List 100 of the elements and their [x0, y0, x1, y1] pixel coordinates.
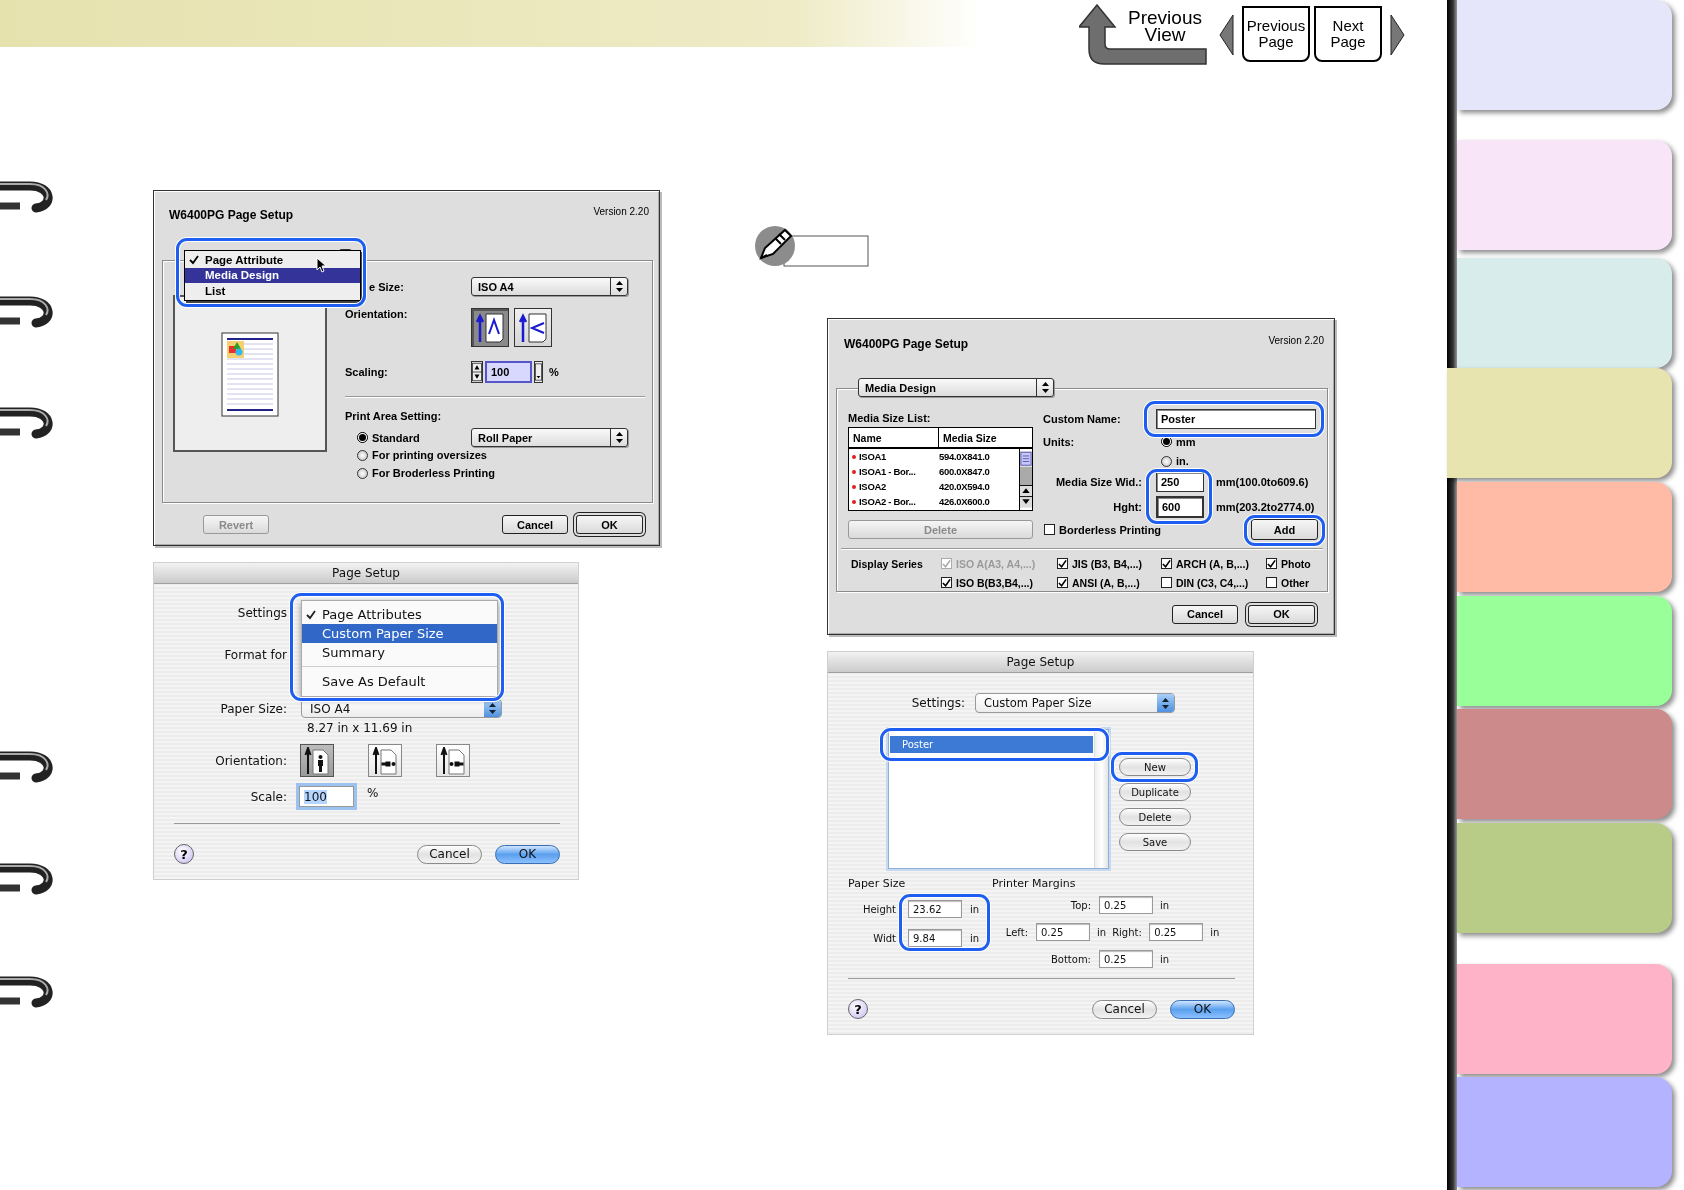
radio-option[interactable]: Standard [357, 431, 471, 444]
paper-source-popup[interactable]: Roll Paper [471, 428, 628, 447]
arrow-right-icon[interactable] [1390, 14, 1405, 56]
table-cell-text: 420.0X594.0 [939, 481, 991, 492]
next-page-button[interactable]: Next Page [1314, 6, 1382, 62]
scale-field[interactable]: 100 [299, 786, 354, 807]
unit-label: in [1097, 926, 1107, 938]
checkbox-option[interactable]: ARCH (A, B,...) [1161, 557, 1266, 570]
cancel-button[interactable]: Cancel [1172, 604, 1238, 624]
margin-field[interactable]: 0.25 [1099, 896, 1153, 914]
list-action-button[interactable]: New [1119, 758, 1191, 776]
field-label: Top: [1069, 899, 1091, 911]
up-down-arrows-icon [615, 432, 623, 443]
size-field[interactable]: 23.62 [908, 900, 962, 918]
menu-item[interactable]: Page Attribute [185, 252, 360, 268]
help-button[interactable]: ? [848, 999, 868, 1019]
checkbox-option[interactable]: ANSI (A, B,...) [1057, 576, 1161, 589]
version-label: Version 2.20 [1268, 335, 1324, 346]
list-action-button[interactable]: Save [1119, 833, 1191, 851]
window-title: W6400PG Page Setup [169, 208, 294, 222]
orientation-button[interactable] [300, 744, 334, 777]
bullet-icon [852, 499, 856, 504]
menu-item[interactable]: Page Attributes [302, 605, 497, 624]
ok-button[interactable]: OK [1248, 604, 1315, 624]
field-label: Height [862, 902, 896, 917]
previous-view-button[interactable]: Previous View [1079, 4, 1207, 66]
return-arrow-icon [1079, 4, 1207, 66]
window-title: W6400PG Page Setup [844, 337, 969, 351]
cancel-button[interactable]: Cancel [417, 844, 482, 864]
checkbox-option[interactable]: ISO B(B3,B4,...) [941, 576, 1057, 589]
column-header[interactable]: Media Size [939, 428, 1032, 447]
menu-item[interactable]: List [185, 283, 360, 299]
orientation-button[interactable] [471, 308, 509, 347]
previous-page-button[interactable]: Previous Page [1242, 6, 1310, 62]
menu-item[interactable]: Summary [302, 643, 497, 662]
field-label: Widt [873, 931, 896, 946]
width-field[interactable]: 250 [1156, 472, 1204, 492]
ok-button[interactable]: OK [576, 515, 643, 534]
check-icon [1267, 558, 1276, 569]
paper-size-entry[interactable]: Poster [890, 736, 1093, 753]
radio-option[interactable]: in. [1161, 455, 1189, 468]
checkbox-option[interactable]: Photo [1266, 557, 1327, 570]
cancel-button[interactable]: Cancel [502, 515, 568, 534]
check-icon [1162, 558, 1171, 569]
section-label: Printer Margins [992, 876, 1077, 890]
range-label: mm(203.2to2774.0) [1216, 500, 1315, 515]
radio-option[interactable]: mm [1161, 435, 1196, 448]
orientation-button[interactable] [514, 308, 552, 347]
settings-popup[interactable]: Custom Paper Size [975, 693, 1175, 713]
checkbox-option[interactable]: Other [1266, 576, 1327, 589]
margin-field[interactable]: 0.25 [1036, 923, 1090, 941]
table-cell-text: ISOA1 - Bor... [859, 466, 917, 477]
margin-field[interactable]: 0.25 [1149, 923, 1204, 941]
add-button[interactable]: Add [1251, 519, 1318, 540]
landscape-page-icon [518, 311, 548, 344]
table-cell-text: ISOA2 [859, 481, 887, 492]
margin-field[interactable]: 0.25 [1099, 950, 1153, 968]
check-icon [306, 609, 316, 620]
height-field[interactable]: 600 [1156, 496, 1204, 518]
custom-name-field[interactable]: Poster [1156, 409, 1316, 429]
cancel-button[interactable]: Cancel [1092, 999, 1157, 1019]
orientation-button[interactable] [436, 744, 470, 777]
field-label: Settings [236, 606, 287, 620]
field-label: Left: [1004, 926, 1028, 938]
range-label: mm(100.0to609.6) [1216, 475, 1310, 490]
ok-button[interactable]: OK [495, 844, 560, 864]
section-label: Paper Size [848, 876, 907, 890]
arrow-left-icon[interactable] [1219, 14, 1234, 56]
menu-item[interactable]: Custom Paper Size [302, 624, 497, 643]
table-cell-text: ISOA2 - Bor... [859, 496, 917, 507]
note-icon [755, 226, 869, 267]
menu-item[interactable]: Save As Default [302, 666, 497, 691]
column-header[interactable]: Name [849, 428, 939, 447]
scaling-field[interactable]: 100 [485, 361, 532, 383]
field-label: Hght: [1113, 500, 1142, 515]
size-field[interactable]: 9.84 [908, 929, 962, 947]
help-button[interactable]: ? [174, 844, 194, 864]
scrollbar[interactable] [1019, 449, 1032, 510]
orientation-button[interactable] [368, 744, 402, 777]
check-icon [189, 254, 199, 265]
radio-option[interactable]: For Broderless Printing [357, 467, 628, 479]
field-label: e Size: [368, 280, 405, 293]
dropdown-icon[interactable] [534, 361, 543, 383]
paper-size-popup[interactable]: ISO A4 [471, 277, 628, 296]
list-action-button[interactable]: Duplicate [1119, 783, 1191, 801]
menu-item[interactable]: Media Design [185, 267, 360, 283]
ok-button[interactable]: OK [1170, 999, 1235, 1019]
checkbox-option[interactable]: DIN (C3, C4,...) [1161, 576, 1266, 589]
panel-popup[interactable]: Media Design [858, 378, 1054, 397]
stepper-arrows[interactable] [471, 361, 483, 383]
checkbox-option[interactable]: Borderless Printing [1044, 523, 1162, 536]
version-label: Version 2.20 [593, 206, 649, 217]
check-icon [942, 558, 951, 569]
radio-option[interactable]: For printing oversizes [357, 449, 628, 461]
table-cell-text: 426.0X600.0 [939, 496, 991, 507]
checkbox-option[interactable]: JIS (B3, B4,...) [1057, 557, 1161, 570]
pointer-icon [316, 257, 326, 273]
table-cell-text: ISOA1 [859, 451, 887, 462]
list-action-button[interactable]: Delete [1119, 808, 1191, 826]
field-label: Media Size List: [848, 411, 932, 426]
